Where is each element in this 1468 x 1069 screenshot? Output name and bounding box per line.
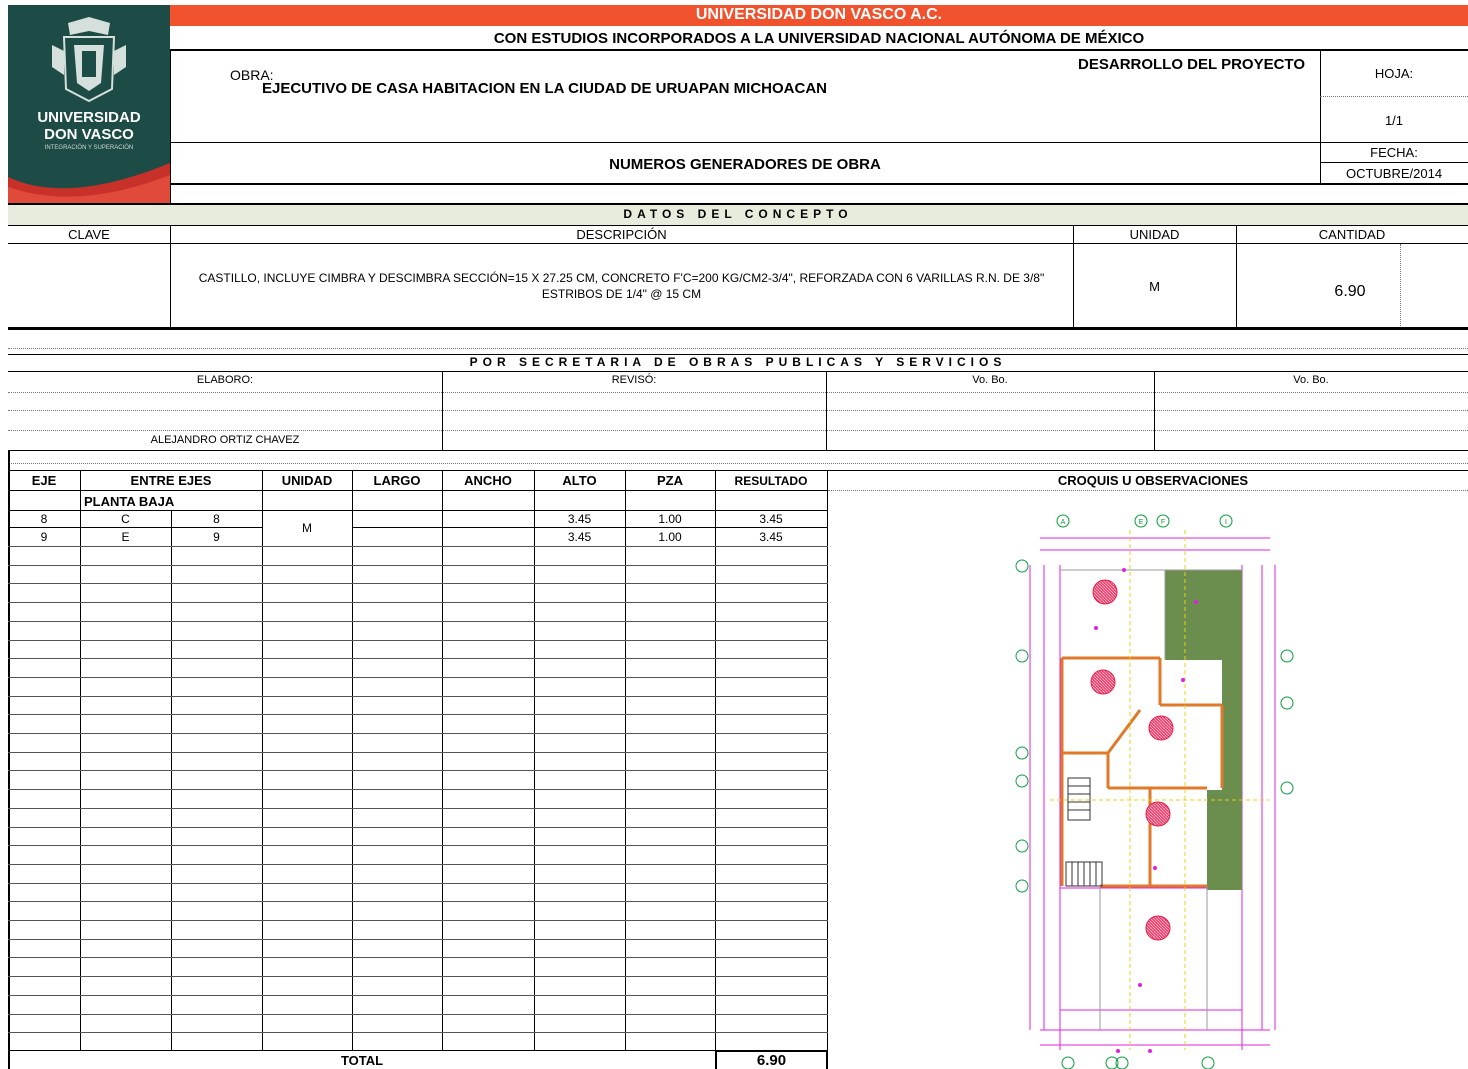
empty-table-row	[8, 752, 828, 753]
row2-resultado: 3.45	[759, 530, 783, 544]
vobo2-label: Vo. Bo.	[1293, 374, 1329, 386]
row1-de: C	[121, 512, 130, 526]
header-eje: EJE	[31, 473, 57, 488]
empty-table-row	[8, 658, 828, 659]
empty-table-row	[8, 565, 828, 566]
row1-eje: 8	[40, 512, 48, 526]
empty-table-row	[8, 789, 828, 790]
header-unidad: UNIDAD	[281, 473, 333, 488]
elaboro-label: ELABORO:	[196, 374, 254, 386]
vobo1-label: Vo. Bo.	[972, 374, 1008, 386]
croquis-title: CROQUIS U OBSERVACIONES	[1057, 473, 1249, 488]
cantidad-value: 6.90	[1334, 283, 1366, 300]
logo-tagline: INTEGRACIÓN Y SUPERACIÓN	[44, 145, 134, 151]
empty-table-row	[8, 939, 828, 940]
row2-eje: 9	[40, 530, 48, 544]
reviso-label: REVISÓ:	[611, 374, 657, 386]
empty-table-row	[8, 546, 828, 547]
logo-line2: DON VASCO	[44, 126, 134, 143]
incorporation-text: CON ESTUDIOS INCORPORADOS A LA UNIVERSID…	[493, 30, 1145, 47]
row2-pza: 1.00	[658, 530, 682, 544]
row2-alto: 3.45	[567, 530, 592, 544]
header-largo: LARGO	[373, 473, 421, 488]
row1-alto: 3.45	[567, 512, 592, 526]
empty-table-row	[8, 883, 828, 884]
header-resultado: RESULTADO	[734, 474, 808, 488]
empty-table-row	[8, 770, 828, 771]
empty-table-row	[8, 714, 828, 715]
empty-table-row	[8, 901, 828, 902]
total-value: 6.90	[756, 1052, 787, 1069]
header-pza: PZA	[657, 473, 683, 488]
empty-table-row	[8, 602, 828, 603]
axis-label-i: I	[1225, 519, 1227, 526]
fecha-value: OCTUBRE/2014	[1345, 166, 1443, 181]
descripcion-header: DESCRIPCIÓN	[576, 227, 667, 242]
unidad-header: UNIDAD	[1129, 227, 1180, 242]
empty-table-row	[8, 957, 828, 958]
logo-line1: UNIVERSIDAD	[37, 109, 141, 126]
header-ancho: ANCHO	[464, 473, 512, 488]
unidad-value: M	[1149, 279, 1160, 294]
fecha-label: FECHA:	[1370, 145, 1418, 160]
empty-table-row	[8, 920, 828, 921]
descripcion-value: CASTILLO, INCLUYE CIMBRA Y DESCIMBRA SEC…	[198, 271, 1045, 301]
obra-value: EJECUTIVO DE CASA HABITACION EN LA CIUDA…	[262, 80, 828, 97]
row1-pza: 1.00	[658, 512, 682, 526]
university-title: UNIVERSIDAD DON VASCO A.C.	[695, 6, 943, 23]
empty-table-row	[8, 1032, 828, 1033]
empty-table-row	[8, 976, 828, 977]
axis-label-f: F	[1161, 519, 1165, 526]
axis-label-a: A	[1061, 519, 1066, 526]
empty-table-row	[8, 621, 828, 622]
header-entre-ejes: ENTRE EJES	[130, 473, 212, 488]
eagle-crest-icon	[8, 17, 170, 205]
rows-unit: M	[302, 521, 312, 535]
clave-header: CLAVE	[68, 227, 110, 242]
row2-a: 9	[213, 530, 220, 544]
concepto-title: DATOS DEL CONCEPTO	[623, 207, 853, 221]
empty-table-row	[8, 845, 828, 846]
empty-table-row	[8, 995, 828, 996]
empty-table-row	[8, 696, 828, 697]
cantidad-header: CANTIDAD	[1318, 227, 1386, 242]
row1-a: 8	[213, 512, 220, 526]
university-logo: UNIVERSIDAD DON VASCO INTEGRACIÓN Y SUPE…	[8, 5, 170, 205]
elaboro-name: ALEJANDRO ORTIZ CHAVEZ	[150, 434, 300, 446]
empty-table-row	[8, 677, 828, 678]
document-title: NUMEROS GENERADORES DE OBRA	[609, 156, 881, 173]
secretaria-title: POR SECRETARIA DE OBRAS PUBLICAS Y SERVI…	[469, 355, 1007, 369]
hoja-label: HOJA:	[1374, 66, 1414, 81]
floor-plan-drawing: A E F I	[1015, 514, 1294, 1069]
axis-label-e: E	[1139, 519, 1144, 526]
header-alto: ALTO	[562, 473, 597, 488]
section-planta-baja: PLANTA BAJA	[84, 494, 175, 509]
empty-table-row	[8, 864, 828, 865]
empty-table-row	[8, 640, 828, 641]
empty-table-row	[8, 827, 828, 828]
row2-de: E	[121, 530, 130, 544]
empty-table-row	[8, 583, 828, 584]
empty-table-row	[8, 1014, 828, 1015]
empty-table-row	[8, 808, 828, 809]
empty-table-row	[8, 733, 828, 734]
row1-resultado: 3.45	[759, 512, 783, 526]
hoja-value: 1/1	[1384, 113, 1404, 128]
project-stage: DESARROLLO DEL PROYECTO	[1078, 56, 1305, 73]
total-label: TOTAL	[340, 1053, 384, 1068]
